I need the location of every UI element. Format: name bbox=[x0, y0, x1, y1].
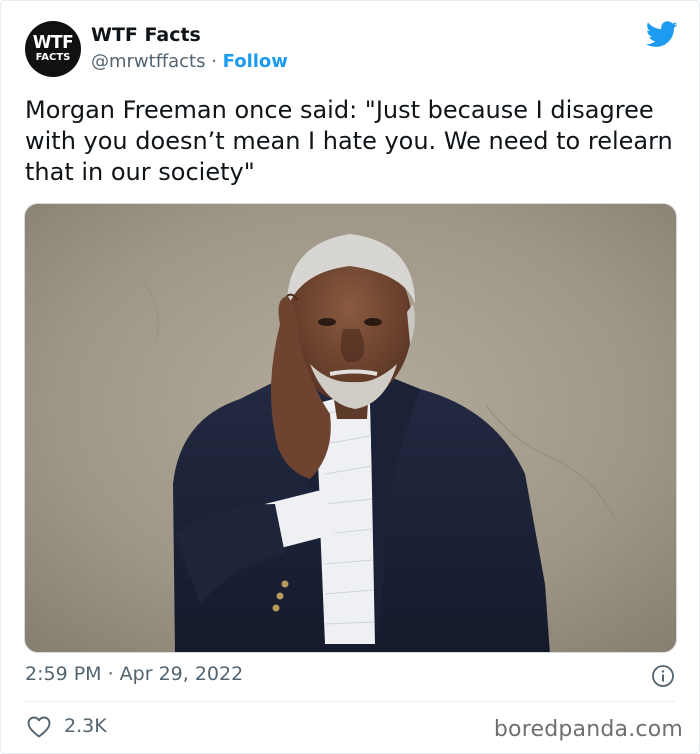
like-count[interactable]: 2.3K bbox=[64, 715, 107, 737]
avatar-text-line1: WTF bbox=[32, 32, 74, 54]
tweet-text: Morgan Freeman once said: "Just because … bbox=[25, 96, 673, 186]
author-name[interactable]: WTF Facts bbox=[91, 24, 201, 46]
follow-button[interactable]: Follow bbox=[223, 51, 288, 72]
avatar-text-line2: FACTS bbox=[35, 52, 71, 63]
tweet-timestamp[interactable]: 2:59 PM · Apr 29, 2022 bbox=[25, 663, 243, 685]
tweet-card: WTF FACTS WTF Facts @mrwtffacts · Follow… bbox=[0, 0, 700, 754]
divider bbox=[25, 701, 675, 702]
twitter-bird-icon[interactable] bbox=[646, 21, 678, 48]
heart-icon[interactable] bbox=[27, 716, 51, 738]
portrait-photo bbox=[25, 204, 676, 652]
author-handle-row: @mrwtffacts · Follow bbox=[91, 51, 288, 72]
avatar[interactable]: WTF FACTS bbox=[25, 21, 81, 77]
info-icon[interactable] bbox=[651, 664, 675, 688]
watermark: boredpanda.com bbox=[493, 717, 683, 742]
handle-separator: · bbox=[205, 51, 223, 72]
tweet-photo[interactable] bbox=[24, 203, 677, 653]
author-handle[interactable]: @mrwtffacts bbox=[91, 51, 205, 72]
